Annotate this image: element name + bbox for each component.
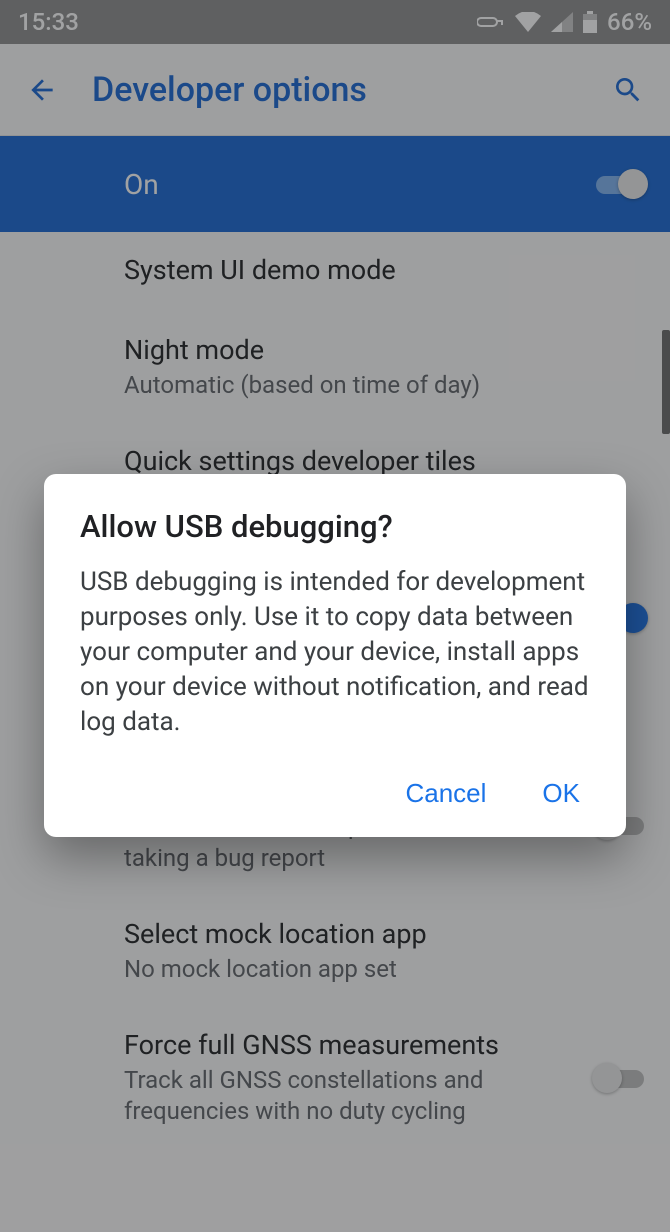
usb-debugging-dialog: Allow USB debugging? USB debugging is in…	[44, 474, 626, 837]
screen: 15:33 66% Developer options On System UI…	[0, 0, 670, 1232]
cancel-button[interactable]: Cancel	[399, 770, 492, 817]
dialog-body: USB debugging is intended for developmen…	[80, 565, 590, 740]
ok-button[interactable]: OK	[536, 770, 586, 817]
dialog-actions: Cancel OK	[80, 770, 590, 817]
dialog-title: Allow USB debugging?	[80, 508, 590, 545]
